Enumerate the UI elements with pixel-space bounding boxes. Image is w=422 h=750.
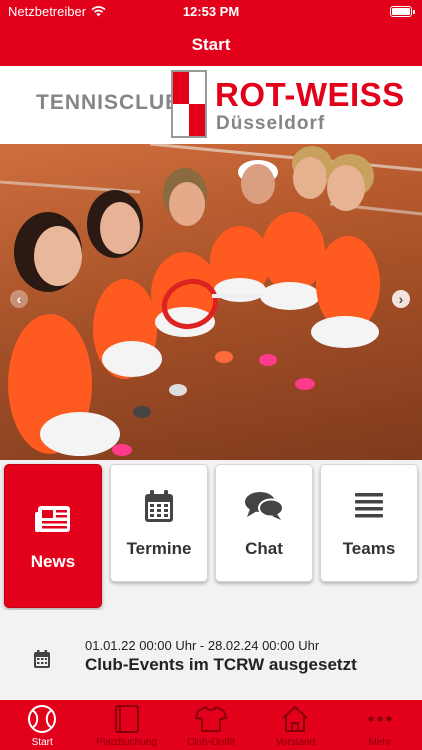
clock: 12:53 PM — [182, 4, 240, 19]
tab-vorstand-label: Vorstand — [275, 737, 316, 748]
event-title: Club-Events im TCRW ausgesetzt — [85, 655, 357, 674]
tab-start[interactable]: Start — [0, 700, 84, 750]
logo-city: Düsseldorf — [216, 113, 326, 134]
tile-news-label: News — [30, 552, 76, 571]
tab-vorstand[interactable]: Vorstand — [253, 700, 337, 750]
event-date-range: 01.01.22 00:00 Uhr - 28.02.24 00:00 Uhr — [85, 638, 320, 653]
tile-termine[interactable]: Termine — [110, 464, 208, 582]
event-list-item[interactable]: 01.01.22 00:00 Uhr - 28.02.24 00:00 Uhr … — [0, 610, 422, 700]
tab-mehr[interactable]: Mehr — [338, 700, 422, 750]
carousel-prev-button[interactable]: ‹ — [10, 290, 28, 308]
hero-image-carousel[interactable]: ‹ › — [0, 144, 422, 460]
page-title: Start — [191, 35, 231, 54]
tab-platzbuchung-label: Platzbuchung — [96, 737, 157, 748]
tab-start-label: Start — [31, 737, 53, 748]
house-icon — [280, 704, 310, 734]
tab-bar: Start Platzbuchung Club-Outfit Vorstand — [0, 700, 422, 750]
tab-club-outfit-label: Club-Outfit — [187, 737, 235, 748]
tile-teams[interactable]: Teams — [320, 464, 418, 582]
tab-mehr-label: Mehr — [368, 737, 392, 748]
tile-news[interactable]: News — [4, 464, 102, 608]
battery-icon — [390, 6, 415, 17]
status-bar: Netzbetreiber 12:53 PM — [0, 0, 422, 24]
nav-bar: Start — [0, 24, 422, 66]
team-photo — [0, 144, 422, 460]
calendar-icon — [144, 487, 174, 525]
carousel-next-button[interactable]: › — [392, 290, 410, 308]
book-icon — [113, 704, 141, 734]
club-logo-banner: TENNISCLUB ROT-WEISS Düsseldorf — [0, 66, 422, 144]
tennis-ball-icon — [27, 704, 57, 734]
more-dots-icon — [367, 704, 393, 734]
newspaper-icon — [34, 500, 72, 538]
chat-bubbles-icon — [244, 487, 284, 525]
quick-access-tiles: News Termine Chat Teams — [0, 460, 422, 610]
tile-chat[interactable]: Chat — [215, 464, 313, 582]
tile-chat-label: Chat — [245, 539, 283, 558]
logo-brand: ROT-WEISS — [215, 76, 405, 113]
logo-club-word: TENNISCLUB — [36, 91, 182, 114]
tile-teams-label: Teams — [342, 539, 396, 558]
club-crest-icon — [171, 70, 207, 138]
calendar-icon — [33, 649, 51, 674]
tile-termine-label: Termine — [126, 539, 192, 558]
tab-club-outfit[interactable]: Club-Outfit — [169, 700, 253, 750]
shirt-icon — [195, 704, 228, 734]
tab-platzbuchung[interactable]: Platzbuchung — [84, 700, 168, 750]
list-icon — [354, 487, 384, 525]
